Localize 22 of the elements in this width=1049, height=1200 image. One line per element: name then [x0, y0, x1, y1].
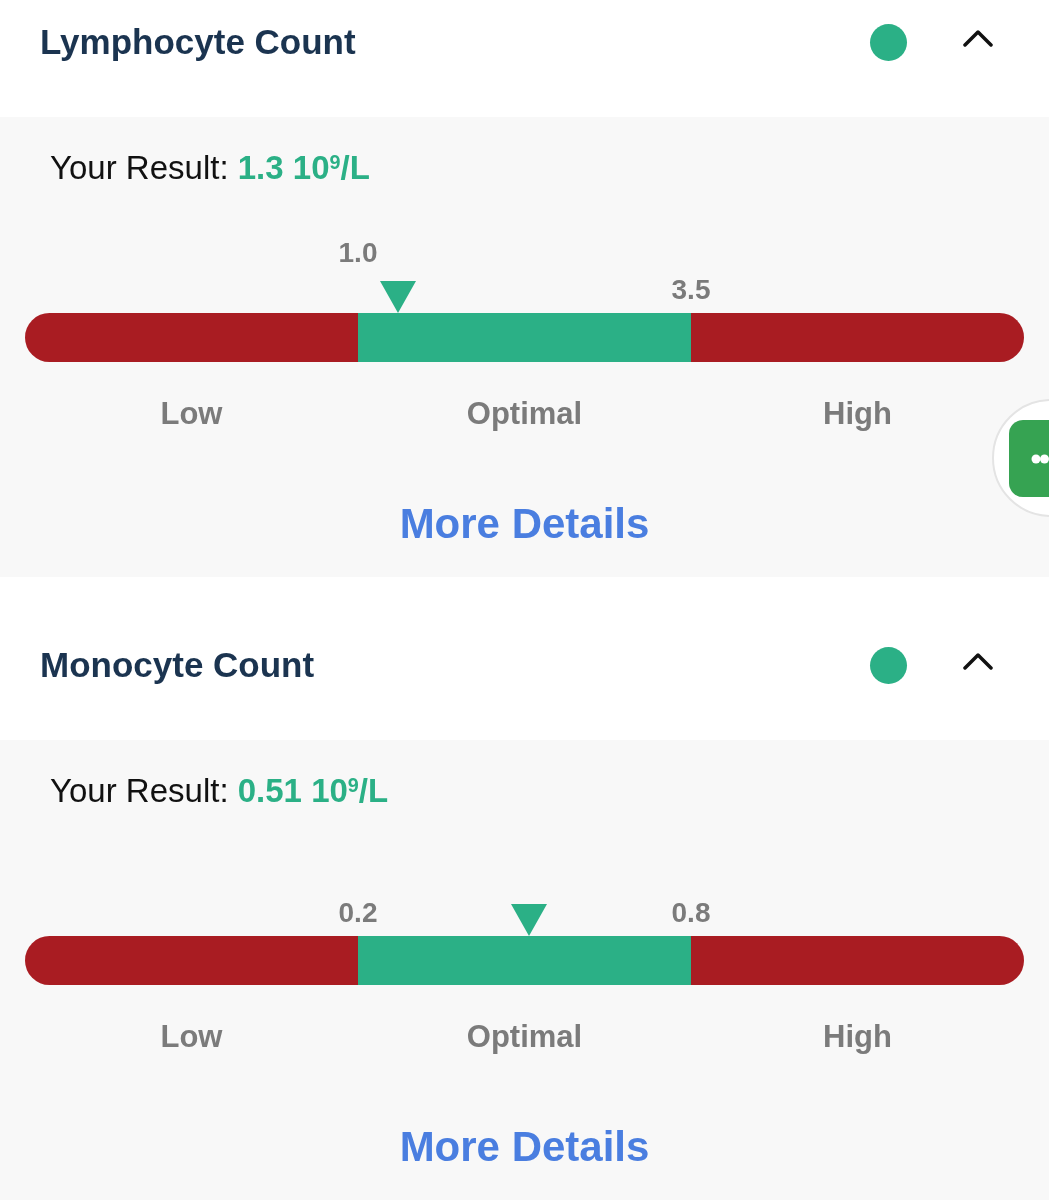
more-details-link[interactable]: More Details — [399, 499, 650, 549]
threshold-label: 0.8 — [671, 897, 711, 929]
floating-action-button[interactable] — [990, 398, 1049, 518]
result-label: Your Result: — [50, 772, 229, 809]
threshold-label: 3.5 — [671, 274, 711, 306]
result-value: 0.51 10$^{9}$/L — [237, 772, 389, 809]
threshold-label: 1.0 — [338, 237, 378, 269]
range-label: Optimal — [466, 1019, 583, 1054]
range-label: High — [823, 1019, 892, 1054]
section-title: Lymphocyte Count — [40, 21, 357, 63]
range-label: Optimal — [466, 396, 583, 431]
section-title: Monocyte Count — [40, 644, 316, 686]
chevron-up-icon[interactable] — [962, 652, 994, 670]
threshold-label: 0.2 — [338, 897, 378, 929]
dots-icon — [1031, 454, 1049, 464]
chevron-up-icon[interactable] — [962, 29, 994, 47]
range-label: Low — [160, 1019, 223, 1054]
range-label: Low — [160, 396, 223, 431]
result-value: 1.3 10$^{9}$/L — [237, 149, 370, 186]
result-label: Your Result: — [50, 149, 229, 186]
more-details-link[interactable]: More Details — [399, 1122, 650, 1172]
range-label: High — [823, 396, 892, 431]
